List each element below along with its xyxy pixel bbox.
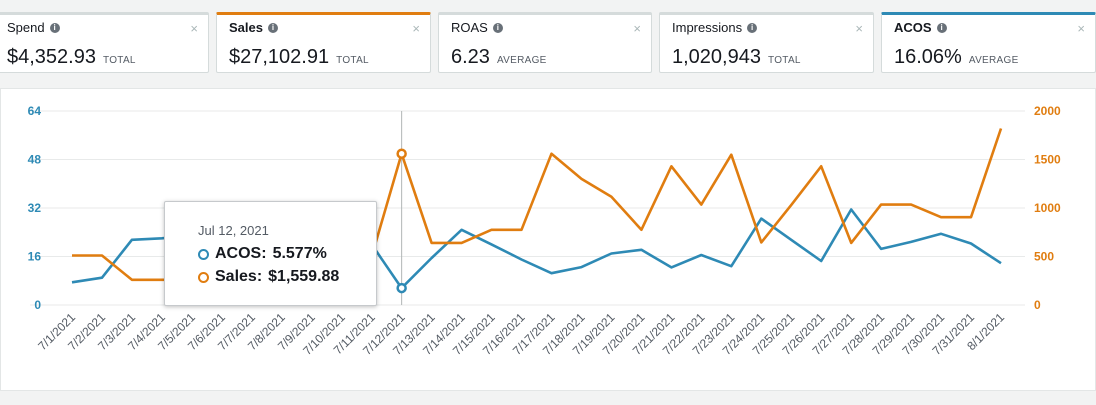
sales-highlight-point[interactable]	[396, 148, 407, 159]
y-right-tick-label: 2000	[1034, 104, 1061, 118]
y-left-tick-label: 32	[28, 201, 42, 215]
y-right-tick-label: 500	[1034, 250, 1054, 264]
y-left-tick-label: 0	[34, 298, 41, 312]
acos-highlight-point[interactable]	[396, 282, 407, 294]
tooltip-sales-row: Sales: $1,559.88	[198, 268, 339, 286]
y-left-tick-label: 64	[28, 104, 42, 118]
tooltip-acos-value: 5.577%	[272, 245, 327, 262]
y-left-tick-label: 16	[28, 250, 42, 264]
tooltip-sales-value: $1,559.88	[268, 268, 340, 285]
y-right-tick-label: 1000	[1034, 201, 1061, 215]
sales-marker-icon	[198, 271, 209, 283]
tooltip-date: Jul 12, 2021	[198, 223, 269, 238]
y-right-tick-label: 0	[1034, 298, 1041, 312]
tooltip-sales-label: Sales:	[215, 268, 263, 285]
chart-tooltip: Jul 12, 2021 ACOS: 5.577% Sales: $1,559.…	[164, 201, 377, 306]
y-right-tick-label: 1500	[1034, 153, 1061, 167]
acos-marker-icon	[198, 248, 209, 260]
tooltip-acos-row: ACOS: 5.577%	[198, 245, 327, 263]
tooltip-acos-label: ACOS:	[215, 245, 267, 262]
y-left-tick-label: 48	[28, 153, 42, 167]
